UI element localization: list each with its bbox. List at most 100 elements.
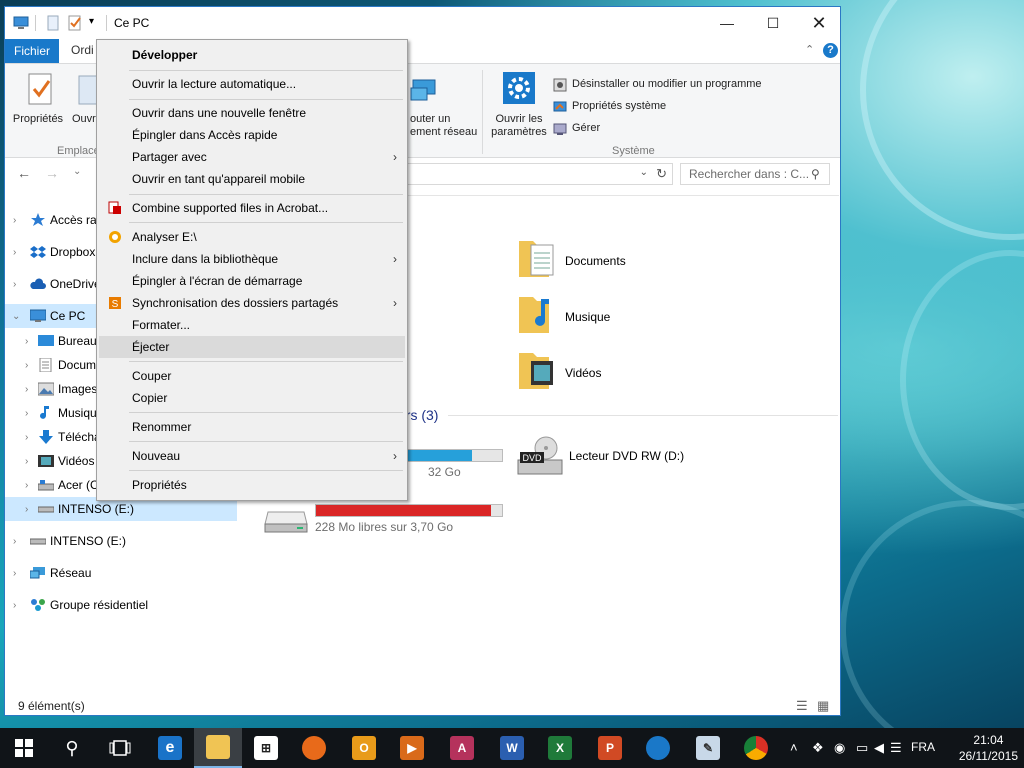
outlook-app[interactable]: O: [340, 728, 388, 768]
close-button[interactable]: ✕: [796, 7, 840, 39]
system-properties-button[interactable]: Propriétés système: [572, 100, 666, 113]
media-player-icon: ▶: [400, 736, 424, 760]
menu-item-eject[interactable]: Éjecter: [99, 336, 405, 358]
help-icon[interactable]: ?: [823, 43, 838, 58]
media-player-app[interactable]: ▶: [388, 728, 436, 768]
menu-item-expand[interactable]: Développer: [99, 44, 405, 66]
picture-icon: [38, 382, 54, 396]
battery-icon[interactable]: ▭: [856, 740, 868, 756]
menu-item-properties[interactable]: Propriétés: [99, 474, 405, 496]
blank-page-icon[interactable]: [45, 15, 61, 31]
weather-app[interactable]: [634, 728, 682, 768]
paint-app[interactable]: ✎: [684, 728, 732, 768]
usage-fill: [316, 505, 491, 516]
menu-item-new[interactable]: Nouveau ›: [99, 445, 405, 467]
cloud-icon: [30, 278, 46, 289]
map-network-line1[interactable]: outer un: [410, 113, 450, 126]
menu-item-cut[interactable]: Couper: [99, 365, 405, 387]
excel-app[interactable]: X: [536, 728, 584, 768]
details-view-icon[interactable]: ☰: [796, 698, 808, 714]
menu-item-scan[interactable]: Analyser E:\: [99, 226, 405, 248]
nav-label: Ce PC: [50, 309, 86, 323]
network-tray-icon[interactable]: ◉: [834, 740, 845, 756]
uninstall-program-button[interactable]: Désinstaller ou modifier un programme: [572, 78, 762, 91]
open-button[interactable]: Ouvr: [72, 113, 98, 126]
taskbar: ⚲ e ⊞ O ▶ A W X P ✎ ˄ ❖ ◉ ▭ ◀ ☰ FRA 21:0…: [0, 728, 1024, 768]
open-settings-line1[interactable]: Ouvrir les: [489, 113, 549, 126]
address-dropdown-icon[interactable]: ⌄: [640, 167, 648, 178]
tab-computer[interactable]: Ordi: [71, 43, 94, 57]
map-network-line2[interactable]: ement réseau: [410, 126, 477, 139]
nav-label: Images: [58, 382, 98, 396]
dropbox-tray-icon[interactable]: ❖: [812, 740, 824, 756]
properties-icon: [28, 73, 52, 105]
nav-item-intenso[interactable]: › INTENSO (E:): [5, 529, 237, 553]
quick-access-dropdown-icon[interactable]: ▾: [89, 16, 94, 27]
status-bar: 9 élément(s) ☰ ▦: [5, 695, 840, 715]
task-view-button[interactable]: [96, 728, 144, 768]
drive-icon: [38, 480, 54, 491]
menu-item-pin-quick-access[interactable]: Épingler dans Accès rapide: [99, 124, 405, 146]
menu-item-rename[interactable]: Renommer: [99, 416, 405, 438]
menu-item-include-library[interactable]: Inclure dans la bibliothèque ›: [99, 248, 405, 270]
edge-app[interactable]: e: [146, 728, 194, 768]
menu-item-open-mobile[interactable]: Ouvrir en tant qu'appareil mobile: [99, 168, 405, 190]
collapse-ribbon-icon[interactable]: ⌃: [805, 43, 814, 56]
file-explorer-app[interactable]: [194, 728, 242, 768]
menu-label: Ouvrir en tant qu'appareil mobile: [132, 172, 306, 186]
recent-locations-icon[interactable]: ⌄: [73, 166, 81, 177]
folder-label: Musique: [565, 310, 611, 324]
show-hidden-icons-icon[interactable]: ˄: [790, 740, 798, 755]
system-properties-icon: [553, 101, 567, 112]
properties-check-icon[interactable]: [67, 15, 83, 31]
nav-label: Acer (C: [58, 478, 99, 492]
firefox-app[interactable]: [290, 728, 338, 768]
notifications-icon[interactable]: ☰: [890, 740, 902, 756]
music-folder-icon: [519, 297, 549, 333]
chrome-icon: [744, 736, 768, 760]
menu-label: Épingler à l'écran de démarrage: [132, 274, 303, 288]
forward-arrow-icon[interactable]: →: [45, 165, 59, 181]
menu-item-copy[interactable]: Copier: [99, 387, 405, 409]
properties-button[interactable]: Propriétés: [11, 113, 65, 126]
back-arrow-icon[interactable]: ←: [17, 165, 31, 181]
search-input[interactable]: Rechercher dans : C...: [680, 163, 830, 185]
menu-item-share-with[interactable]: Partager avec ›: [99, 146, 405, 168]
search-icon: ⚲: [65, 737, 79, 758]
menu-item-sync-shared[interactable]: S Synchronisation des dossiers partagés ›: [99, 292, 405, 314]
powerpoint-app[interactable]: P: [586, 728, 634, 768]
menu-item-open-new-window[interactable]: Ouvrir dans une nouvelle fenêtre: [99, 102, 405, 124]
tiles-view-icon[interactable]: ▦: [817, 698, 829, 714]
nav-label: INTENSO (E:): [50, 534, 127, 548]
menu-item-pin-start[interactable]: Épingler à l'écran de démarrage: [99, 270, 405, 292]
open-settings-line2[interactable]: paramètres: [489, 126, 549, 139]
tab-file[interactable]: Fichier: [5, 39, 59, 63]
search-icon[interactable]: ⚲: [811, 167, 820, 181]
nav-label: Télécha: [58, 430, 101, 444]
word-app[interactable]: W: [488, 728, 536, 768]
menu-item-format[interactable]: Formater...: [99, 314, 405, 336]
separator: [35, 15, 36, 31]
volume-icon[interactable]: ◀: [874, 740, 884, 756]
menu-label: Inclure dans la bibliothèque: [132, 252, 279, 266]
refresh-icon[interactable]: ↻: [656, 166, 667, 182]
minimize-button[interactable]: ―: [704, 7, 750, 39]
start-button[interactable]: [0, 728, 48, 768]
dvd-drive-label: Lecteur DVD RW (D:): [569, 449, 685, 463]
chrome-app[interactable]: [732, 728, 780, 768]
menu-item-autoplay[interactable]: Ouvrir la lecture automatique...: [99, 73, 405, 95]
search-button[interactable]: ⚲: [48, 728, 96, 768]
store-app[interactable]: ⊞: [242, 728, 290, 768]
clock[interactable]: 21:04 26/11/2015: [959, 732, 1018, 764]
menu-label: Synchronisation des dossiers partagés: [132, 296, 339, 310]
nav-item-network[interactable]: › Réseau: [5, 561, 237, 585]
manage-icon: [553, 123, 567, 135]
address-bar[interactable]: ⌄ ↻: [405, 163, 673, 185]
access-app[interactable]: A: [438, 728, 486, 768]
manage-button[interactable]: Gérer: [572, 122, 600, 135]
menu-item-acrobat[interactable]: Combine supported files in Acrobat...: [99, 197, 405, 219]
nav-item-homegroup[interactable]: › Groupe résidentiel: [5, 593, 237, 617]
language-indicator[interactable]: FRA: [911, 740, 935, 754]
uninstall-icon: [553, 78, 567, 92]
maximize-button[interactable]: ☐: [750, 7, 796, 39]
